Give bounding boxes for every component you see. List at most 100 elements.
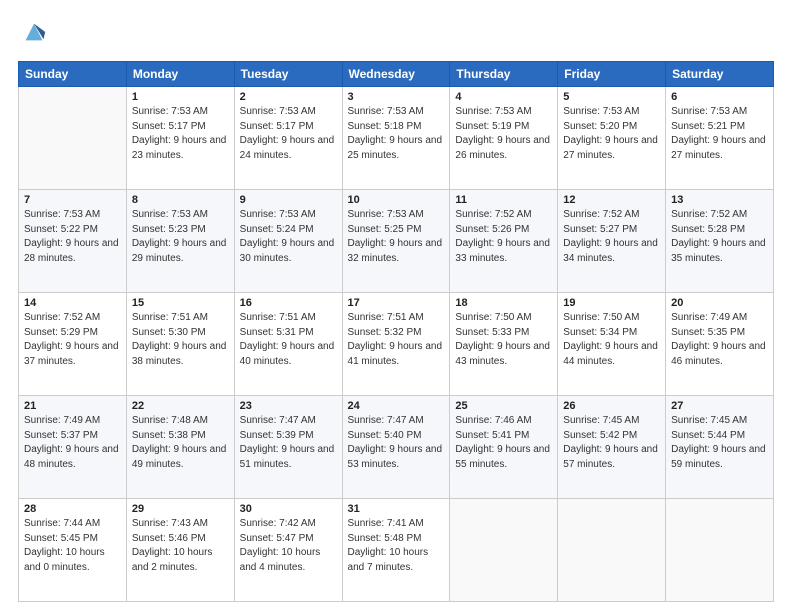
calendar-cell: 17 Sunrise: 7:51 AM Sunset: 5:32 PM Dayli… [342, 293, 450, 396]
day-info: Sunrise: 7:47 AM Sunset: 5:40 PM Dayligh… [348, 414, 445, 472]
day-info: Sunrise: 7:52 AM Sunset: 5:29 PM Dayligh… [24, 311, 121, 369]
logo [18, 18, 48, 51]
calendar-cell: 26Sunrise: 7:45 AM Sunset: 5:42 PM Dayli… [558, 396, 666, 499]
day-number: 26 [563, 400, 660, 412]
day-info: Sunrise: 7:41 AM Sunset: 5:48 PM Dayligh… [348, 517, 445, 575]
calendar-cell: 12Sunrise: 7:52 AM Sunset: 5:27 PM Dayli… [558, 190, 666, 293]
calendar-cell: 19 Sunrise: 7:50 AM Sunset: 5:34 PM Dayli… [558, 293, 666, 396]
day-number: 14 [24, 297, 121, 309]
day-number: 21 [24, 400, 121, 412]
day-number: 23 [240, 400, 337, 412]
day-number: 28 [24, 503, 121, 515]
day-info: Sunrise: 7:45 AM Sunset: 5:44 PM Dayligh… [671, 414, 768, 472]
day-info: Sunrise: 7:43 AM Sunset: 5:46 PM Dayligh… [132, 517, 229, 575]
day-number: 18 [455, 297, 552, 309]
day-number: 2 [240, 91, 337, 103]
day-info: Sunrise: 7:44 AM Sunset: 5:45 PM Dayligh… [24, 517, 121, 575]
day-info: Sunrise: 7:53 AM Sunset: 5:22 PM Dayligh… [24, 208, 121, 266]
day-number: 24 [348, 400, 445, 412]
day-info: Sunrise: 7:49 AM Sunset: 5:37 PM Dayligh… [24, 414, 121, 472]
logo-icon [20, 18, 48, 46]
calendar-cell: 31 Sunrise: 7:41 AM Sunset: 5:48 PM Dayli… [342, 499, 450, 602]
day-info: Sunrise: 7:53 AM Sunset: 5:17 PM Dayligh… [132, 105, 229, 163]
day-number: 7 [24, 194, 121, 206]
calendar-cell [19, 87, 127, 190]
day-info: Sunrise: 7:50 AM Sunset: 5:34 PM Dayligh… [563, 311, 660, 369]
calendar-cell [450, 499, 558, 602]
day-number: 15 [132, 297, 229, 309]
day-info: Sunrise: 7:42 AM Sunset: 5:47 PM Dayligh… [240, 517, 337, 575]
calendar-cell: 6Sunrise: 7:53 AM Sunset: 5:21 PM Daylig… [666, 87, 774, 190]
calendar-week-row: 14 Sunrise: 7:52 AM Sunset: 5:29 PM Dayli… [19, 293, 774, 396]
calendar-header-friday: Friday [558, 62, 666, 87]
day-info: Sunrise: 7:52 AM Sunset: 5:28 PM Dayligh… [671, 208, 768, 266]
header [18, 18, 774, 51]
calendar-cell: 1Sunrise: 7:53 AM Sunset: 5:17 PM Daylig… [126, 87, 234, 190]
day-info: Sunrise: 7:51 AM Sunset: 5:32 PM Dayligh… [348, 311, 445, 369]
day-number: 19 [563, 297, 660, 309]
calendar-cell: 23 Sunrise: 7:47 AM Sunset: 5:39 PM Dayli… [234, 396, 342, 499]
calendar-table: SundayMondayTuesdayWednesdayThursdayFrid… [18, 61, 774, 602]
day-number: 25 [455, 400, 552, 412]
calendar-week-row: 28 Sunrise: 7:44 AM Sunset: 5:45 PM Dayli… [19, 499, 774, 602]
calendar-header-row: SundayMondayTuesdayWednesdayThursdayFrid… [19, 62, 774, 87]
day-number: 30 [240, 503, 337, 515]
calendar-header-monday: Monday [126, 62, 234, 87]
calendar-cell: 7 Sunrise: 7:53 AM Sunset: 5:22 PM Daylig… [19, 190, 127, 293]
calendar-cell: 13 Sunrise: 7:52 AM Sunset: 5:28 PM Dayli… [666, 190, 774, 293]
calendar-cell [666, 499, 774, 602]
day-number: 8 [132, 194, 229, 206]
calendar-cell: 21 Sunrise: 7:49 AM Sunset: 5:37 PM Dayli… [19, 396, 127, 499]
calendar-cell [558, 499, 666, 602]
calendar-cell: 16 Sunrise: 7:51 AM Sunset: 5:31 PM Dayli… [234, 293, 342, 396]
calendar-week-row: 7 Sunrise: 7:53 AM Sunset: 5:22 PM Daylig… [19, 190, 774, 293]
calendar-cell: 24 Sunrise: 7:47 AM Sunset: 5:40 PM Dayli… [342, 396, 450, 499]
day-info: Sunrise: 7:51 AM Sunset: 5:31 PM Dayligh… [240, 311, 337, 369]
calendar-cell: 2 Sunrise: 7:53 AM Sunset: 5:17 PM Daylig… [234, 87, 342, 190]
day-number: 5 [563, 91, 660, 103]
day-number: 17 [348, 297, 445, 309]
day-number: 13 [671, 194, 768, 206]
calendar-cell: 5 Sunrise: 7:53 AM Sunset: 5:20 PM Daylig… [558, 87, 666, 190]
calendar-cell: 8 Sunrise: 7:53 AM Sunset: 5:23 PM Daylig… [126, 190, 234, 293]
calendar-cell: 25 Sunrise: 7:46 AM Sunset: 5:41 PM Dayli… [450, 396, 558, 499]
day-info: Sunrise: 7:47 AM Sunset: 5:39 PM Dayligh… [240, 414, 337, 472]
calendar-cell: 11Sunrise: 7:52 AM Sunset: 5:26 PM Dayli… [450, 190, 558, 293]
calendar-header-wednesday: Wednesday [342, 62, 450, 87]
day-info: Sunrise: 7:46 AM Sunset: 5:41 PM Dayligh… [455, 414, 552, 472]
day-number: 10 [348, 194, 445, 206]
day-number: 12 [563, 194, 660, 206]
calendar-cell: 14 Sunrise: 7:52 AM Sunset: 5:29 PM Dayli… [19, 293, 127, 396]
day-info: Sunrise: 7:53 AM Sunset: 5:19 PM Dayligh… [455, 105, 552, 163]
day-info: Sunrise: 7:53 AM Sunset: 5:23 PM Dayligh… [132, 208, 229, 266]
day-info: Sunrise: 7:49 AM Sunset: 5:35 PM Dayligh… [671, 311, 768, 369]
calendar-cell: 28 Sunrise: 7:44 AM Sunset: 5:45 PM Dayli… [19, 499, 127, 602]
day-number: 29 [132, 503, 229, 515]
calendar-week-row: 1Sunrise: 7:53 AM Sunset: 5:17 PM Daylig… [19, 87, 774, 190]
day-number: 31 [348, 503, 445, 515]
calendar-week-row: 21 Sunrise: 7:49 AM Sunset: 5:37 PM Dayli… [19, 396, 774, 499]
day-info: Sunrise: 7:53 AM Sunset: 5:20 PM Dayligh… [563, 105, 660, 163]
day-number: 16 [240, 297, 337, 309]
calendar-cell: 4 Sunrise: 7:53 AM Sunset: 5:19 PM Daylig… [450, 87, 558, 190]
day-info: Sunrise: 7:51 AM Sunset: 5:30 PM Dayligh… [132, 311, 229, 369]
day-info: Sunrise: 7:53 AM Sunset: 5:18 PM Dayligh… [348, 105, 445, 163]
calendar-cell: 20 Sunrise: 7:49 AM Sunset: 5:35 PM Dayli… [666, 293, 774, 396]
calendar-cell: 27 Sunrise: 7:45 AM Sunset: 5:44 PM Dayli… [666, 396, 774, 499]
day-number: 4 [455, 91, 552, 103]
calendar-cell: 29 Sunrise: 7:43 AM Sunset: 5:46 PM Dayli… [126, 499, 234, 602]
day-number: 27 [671, 400, 768, 412]
day-number: 3 [348, 91, 445, 103]
day-number: 20 [671, 297, 768, 309]
day-number: 9 [240, 194, 337, 206]
day-info: Sunrise: 7:53 AM Sunset: 5:21 PM Dayligh… [671, 105, 768, 163]
day-info: Sunrise: 7:53 AM Sunset: 5:24 PM Dayligh… [240, 208, 337, 266]
calendar-cell: 10Sunrise: 7:53 AM Sunset: 5:25 PM Dayli… [342, 190, 450, 293]
calendar-header-saturday: Saturday [666, 62, 774, 87]
day-info: Sunrise: 7:53 AM Sunset: 5:17 PM Dayligh… [240, 105, 337, 163]
day-info: Sunrise: 7:52 AM Sunset: 5:26 PM Dayligh… [455, 208, 552, 266]
calendar-cell: 22Sunrise: 7:48 AM Sunset: 5:38 PM Dayli… [126, 396, 234, 499]
day-info: Sunrise: 7:48 AM Sunset: 5:38 PM Dayligh… [132, 414, 229, 472]
calendar-cell: 3 Sunrise: 7:53 AM Sunset: 5:18 PM Daylig… [342, 87, 450, 190]
calendar-cell: 9 Sunrise: 7:53 AM Sunset: 5:24 PM Daylig… [234, 190, 342, 293]
